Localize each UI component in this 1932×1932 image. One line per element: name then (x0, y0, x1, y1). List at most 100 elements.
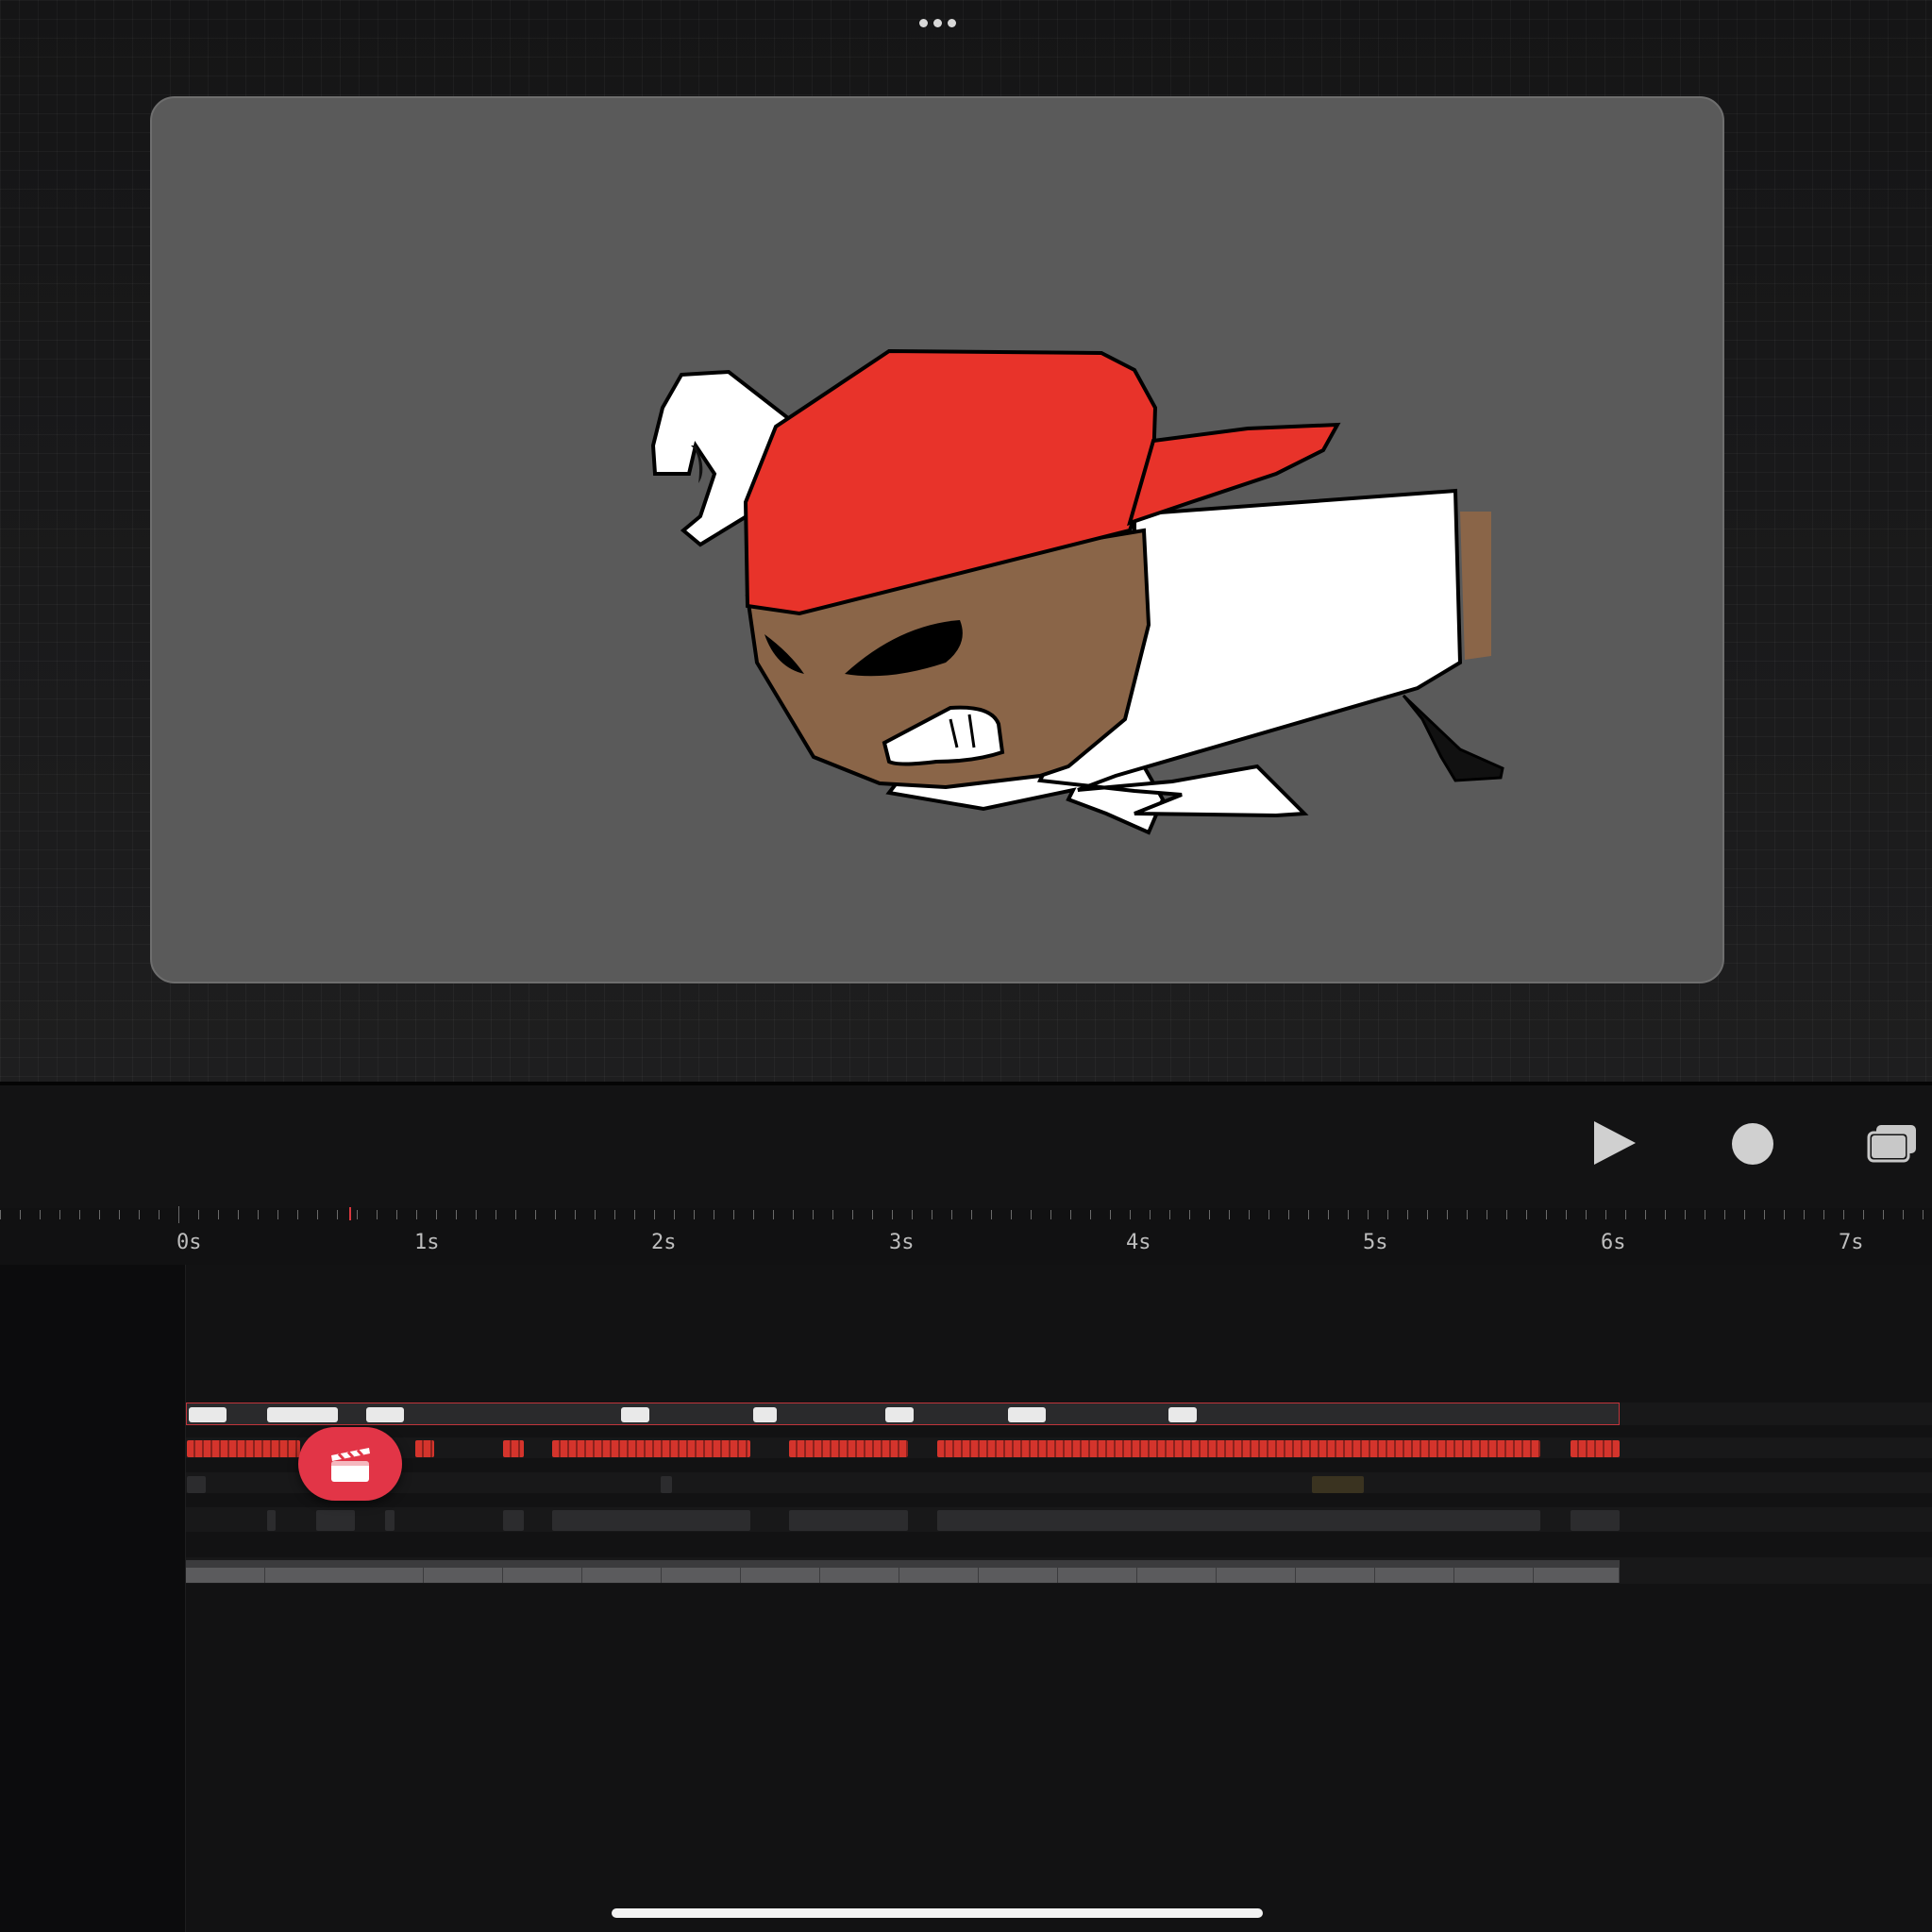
ruler-tick (20, 1210, 21, 1219)
ruler-tick (357, 1210, 358, 1219)
ruler-tick (0, 1210, 1, 1219)
new-scene-button[interactable] (298, 1427, 402, 1501)
ruler-tick (1467, 1210, 1468, 1219)
keyframe-block[interactable] (661, 1476, 672, 1493)
ruler-tick (337, 1210, 338, 1219)
ruler-tick (297, 1210, 298, 1219)
drawing-cell[interactable] (1375, 1568, 1454, 1583)
record-button[interactable] (1730, 1121, 1775, 1170)
timeline-ruler[interactable]: 0s 1s 2s 3s 4s 5s 6s 7s (0, 1199, 1932, 1265)
animation-segment[interactable] (187, 1440, 300, 1457)
drawing-cell[interactable] (1137, 1568, 1217, 1583)
sketch-segment[interactable] (552, 1510, 750, 1531)
main-clip-strip[interactable] (186, 1403, 1620, 1425)
frame-thumbnail (366, 1407, 404, 1422)
animation-canvas[interactable] (150, 96, 1724, 983)
ruler-tick (753, 1210, 754, 1219)
ruler-tick (674, 1210, 675, 1219)
ruler-tick (1268, 1210, 1269, 1219)
animation-segment[interactable] (789, 1440, 908, 1457)
frame-thumbnail (189, 1407, 227, 1422)
frame-thumbnail (267, 1407, 338, 1422)
ruler-tick (456, 1210, 457, 1219)
ruler-tick (1506, 1210, 1507, 1219)
drawing-cell[interactable] (186, 1568, 265, 1583)
sketch-segment[interactable] (267, 1510, 276, 1531)
animation-segment[interactable] (503, 1440, 524, 1457)
drawing-cell[interactable] (503, 1568, 582, 1583)
drawing-cell[interactable] (582, 1568, 662, 1583)
drawing-cell[interactable] (1058, 1568, 1137, 1583)
layers-button[interactable] (1867, 1123, 1918, 1168)
ruler-tick (555, 1210, 556, 1219)
ruler-tick (159, 1210, 160, 1219)
ruler-tick (1050, 1210, 1051, 1219)
play-button[interactable] (1590, 1119, 1638, 1170)
ruler-tick (1823, 1210, 1824, 1219)
sketch-segment[interactable] (385, 1510, 395, 1531)
sketch-segment[interactable] (789, 1510, 908, 1531)
frame-thumbnail (753, 1407, 777, 1422)
ruler-tick (218, 1210, 219, 1219)
ruler-label-0s: 0s (176, 1231, 202, 1254)
ruler-tick (1883, 1210, 1884, 1219)
ruler-tick (79, 1210, 80, 1219)
animation-segment[interactable] (552, 1440, 750, 1457)
ruler-tick (1110, 1210, 1111, 1219)
sketch-segment[interactable] (316, 1510, 355, 1531)
drawing-cell[interactable] (1454, 1568, 1534, 1583)
ruler-tick (416, 1210, 417, 1219)
drawing-cell[interactable] (1534, 1568, 1620, 1583)
ruler-tick (1249, 1210, 1250, 1219)
home-indicator[interactable] (612, 1908, 1263, 1918)
ruler-tick (912, 1210, 913, 1219)
ruler-label-1s: 1s (414, 1231, 440, 1254)
ruler-tick (575, 1210, 576, 1219)
more-options-button[interactable] (909, 9, 966, 36)
animation-segment[interactable] (1571, 1440, 1620, 1457)
drawing-cell[interactable] (424, 1568, 503, 1583)
character-foot (1402, 694, 1504, 782)
ruler-tick (515, 1210, 516, 1219)
ruler-tick (1328, 1210, 1329, 1219)
animation-segment[interactable] (415, 1440, 434, 1457)
ruler-label-4s: 4s (1126, 1231, 1151, 1254)
drawing-cell[interactable] (1217, 1568, 1296, 1583)
sketch-segment[interactable] (1571, 1510, 1620, 1531)
ruler-tick (198, 1210, 199, 1219)
ruler-tick (119, 1210, 120, 1219)
drawing-cell[interactable] (741, 1568, 820, 1583)
ruler-tick (892, 1210, 893, 1219)
drawing-cell[interactable] (979, 1568, 1058, 1583)
drawing-cell[interactable] (899, 1568, 979, 1583)
ruler-tick (595, 1210, 596, 1219)
drawing-cell[interactable] (662, 1568, 741, 1583)
keyframe-block[interactable] (1312, 1476, 1364, 1493)
ruler-tick (40, 1210, 41, 1219)
ruler-tick (1625, 1210, 1626, 1219)
drawing-cell[interactable] (820, 1568, 899, 1583)
animation-segment[interactable] (937, 1440, 1540, 1457)
ruler-tick (634, 1210, 635, 1219)
ruler-tick (436, 1210, 437, 1219)
ruler-tick (1150, 1210, 1151, 1219)
sketch-segment[interactable] (937, 1510, 1540, 1531)
ruler-tick (258, 1210, 259, 1219)
drawing-track[interactable] (186, 1560, 1620, 1583)
ruler-tick (1427, 1210, 1428, 1219)
sketch-segment[interactable] (503, 1510, 524, 1531)
ruler-tick (1903, 1210, 1904, 1219)
ruler-tick (1070, 1210, 1071, 1219)
playhead-marker[interactable] (349, 1207, 351, 1220)
keyframe-block[interactable] (187, 1476, 206, 1493)
ruler-tick (178, 1206, 179, 1223)
frame-thumbnail (885, 1407, 914, 1422)
ruler-tick (1724, 1210, 1725, 1219)
ruler-tick (832, 1210, 833, 1219)
ruler-tick (1031, 1210, 1032, 1219)
ruler-tick (59, 1210, 60, 1219)
drawing-cell[interactable] (1296, 1568, 1375, 1583)
ruler-tick (1387, 1210, 1388, 1219)
drawing-cell[interactable] (265, 1568, 424, 1583)
ruler-tick (1526, 1210, 1527, 1219)
